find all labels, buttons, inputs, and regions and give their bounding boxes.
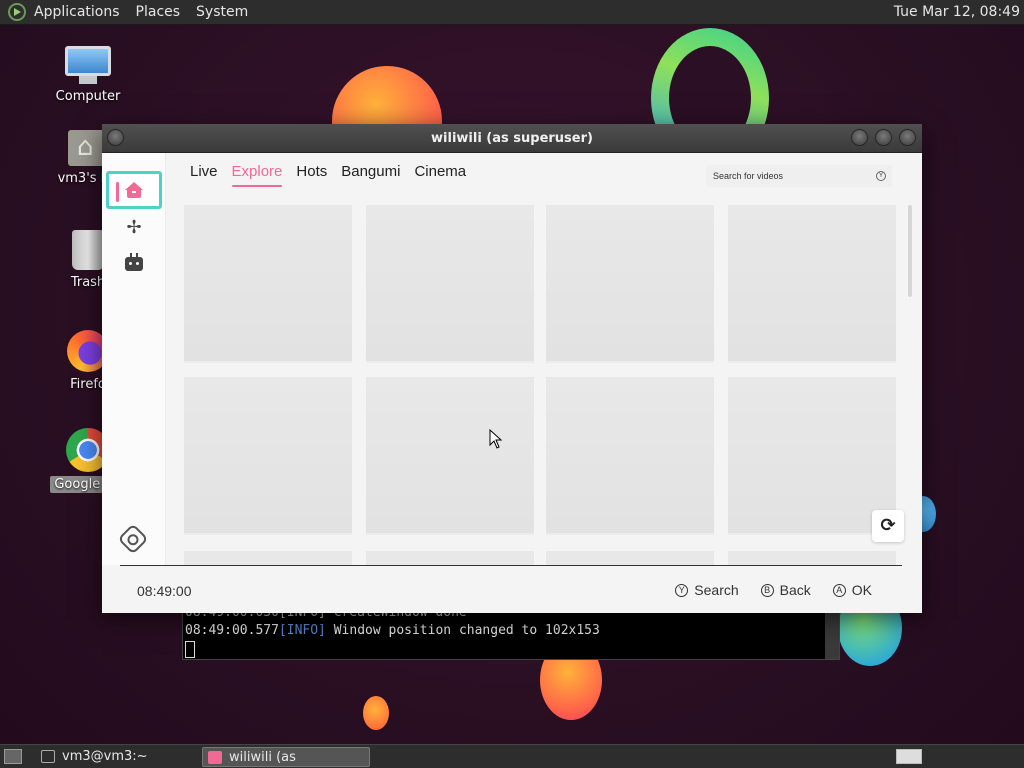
settings-gear-icon[interactable] (117, 523, 149, 555)
taskbar-item-wiliwili[interactable]: wiliwili (as superuser) (202, 747, 370, 767)
home-icon (125, 182, 143, 198)
video-card-placeholder[interactable] (366, 205, 534, 363)
menu-system[interactable]: System (196, 4, 248, 20)
window-content: ✢ Live Explore Hots Bangumi Cinema Searc… (102, 153, 922, 613)
tab-bangumi[interactable]: Bangumi (341, 163, 400, 184)
video-card-placeholder[interactable] (546, 377, 714, 535)
search-y-button-icon: Y (876, 171, 886, 181)
video-card-placeholder[interactable] (546, 205, 714, 363)
terminal-icon (41, 750, 55, 763)
top-panel: Applications Places System Tue Mar 12, 0… (0, 0, 1024, 25)
tab-explore[interactable]: Explore (231, 163, 282, 187)
refresh-icon: ⟳ (880, 515, 896, 536)
menu-places[interactable]: Places (136, 4, 181, 20)
footer-clock: 08:49:00 (137, 583, 192, 599)
desktop-icon-label: Computer (55, 89, 121, 104)
maximize-button[interactable] (875, 129, 892, 146)
video-card-placeholder[interactable] (366, 377, 534, 535)
a-button-icon: A (832, 583, 846, 597)
terminal-line: 08:49:00.577[INFO] Window position chang… (185, 623, 600, 638)
bottom-taskbar: vm3@vm3:~ wiliwili (as superuser) (0, 744, 1024, 768)
sidebar: ✢ (102, 153, 166, 565)
wallpaper-orange-blob-3 (363, 696, 389, 730)
tab-cinema[interactable]: Cinema (414, 163, 466, 184)
close-button[interactable] (899, 129, 916, 146)
panel-clock[interactable]: Tue Mar 12, 08:49 (894, 4, 1020, 20)
taskbar-item-label: wiliwili (as superuser) (229, 750, 296, 765)
sidebar-item-dynamic[interactable]: ✢ (106, 209, 162, 247)
window-title: wiliwili (as superuser) (431, 131, 593, 146)
b-button-icon: B (760, 583, 774, 597)
taskbar-item-label: vm3@vm3:~ (62, 749, 148, 764)
video-card-placeholder[interactable] (728, 205, 896, 363)
show-desktop-icon[interactable] (4, 749, 22, 764)
wiliwili-app-icon (208, 751, 222, 764)
distro-logo-icon[interactable] (8, 3, 26, 21)
tab-live[interactable]: Live (190, 163, 218, 184)
button-hints: Y Search B Back A OK (653, 582, 872, 598)
terminal-cursor (185, 641, 195, 658)
tv-icon (125, 253, 143, 271)
hint-label: Search (694, 582, 739, 598)
tab-bar: Live Explore Hots Bangumi Cinema (190, 163, 480, 187)
video-card-placeholder[interactable] (728, 377, 896, 535)
grid-scrollbar[interactable] (908, 205, 912, 297)
hint-label: OK (851, 582, 872, 598)
desktop-icon-computer[interactable]: Computer (33, 46, 143, 105)
minimize-button[interactable] (851, 129, 868, 146)
menu-applications[interactable]: Applications (34, 4, 120, 20)
window-menu-button[interactable] (107, 129, 124, 146)
video-card-placeholder[interactable] (366, 551, 534, 565)
hint-ok[interactable]: A OK (832, 582, 872, 598)
hint-label: Back (779, 582, 811, 598)
tab-hots[interactable]: Hots (296, 163, 327, 184)
window-footer: 08:49:00 Y Search B Back A OK (120, 565, 902, 613)
y-button-icon: Y (675, 583, 689, 597)
video-card-placeholder[interactable] (728, 551, 896, 565)
video-card-placeholder[interactable] (184, 551, 352, 565)
active-indicator (116, 182, 119, 202)
hint-search[interactable]: Y Search (675, 582, 739, 598)
search-input[interactable]: Search for videos Y (706, 165, 892, 187)
window-titlebar[interactable]: wiliwili (as superuser) (102, 124, 922, 153)
taskbar-item-terminal[interactable]: vm3@vm3:~ (36, 747, 200, 767)
log-time: 08:49:00.577 (185, 623, 279, 638)
search-placeholder: Search for videos (713, 171, 784, 181)
wiliwili-window: wiliwili (as superuser) ✢ Live Explore H… (102, 124, 922, 613)
log-tag: [INFO] (278, 623, 326, 638)
sidebar-item-home[interactable] (106, 171, 162, 209)
video-card-placeholder[interactable] (184, 377, 352, 535)
log-message: Window position changed to 102x153 (325, 623, 600, 638)
sidebar-item-mine[interactable] (106, 245, 162, 283)
trash-icon (72, 230, 104, 270)
video-card-placeholder[interactable] (546, 551, 714, 565)
video-grid (184, 205, 896, 565)
hint-back[interactable]: B Back (760, 582, 811, 598)
video-card-placeholder[interactable] (184, 205, 352, 363)
refresh-button[interactable]: ⟳ (872, 510, 904, 542)
computer-icon (65, 46, 111, 84)
pinwheel-icon: ✢ (126, 217, 142, 238)
workspace-switcher[interactable] (896, 749, 922, 764)
